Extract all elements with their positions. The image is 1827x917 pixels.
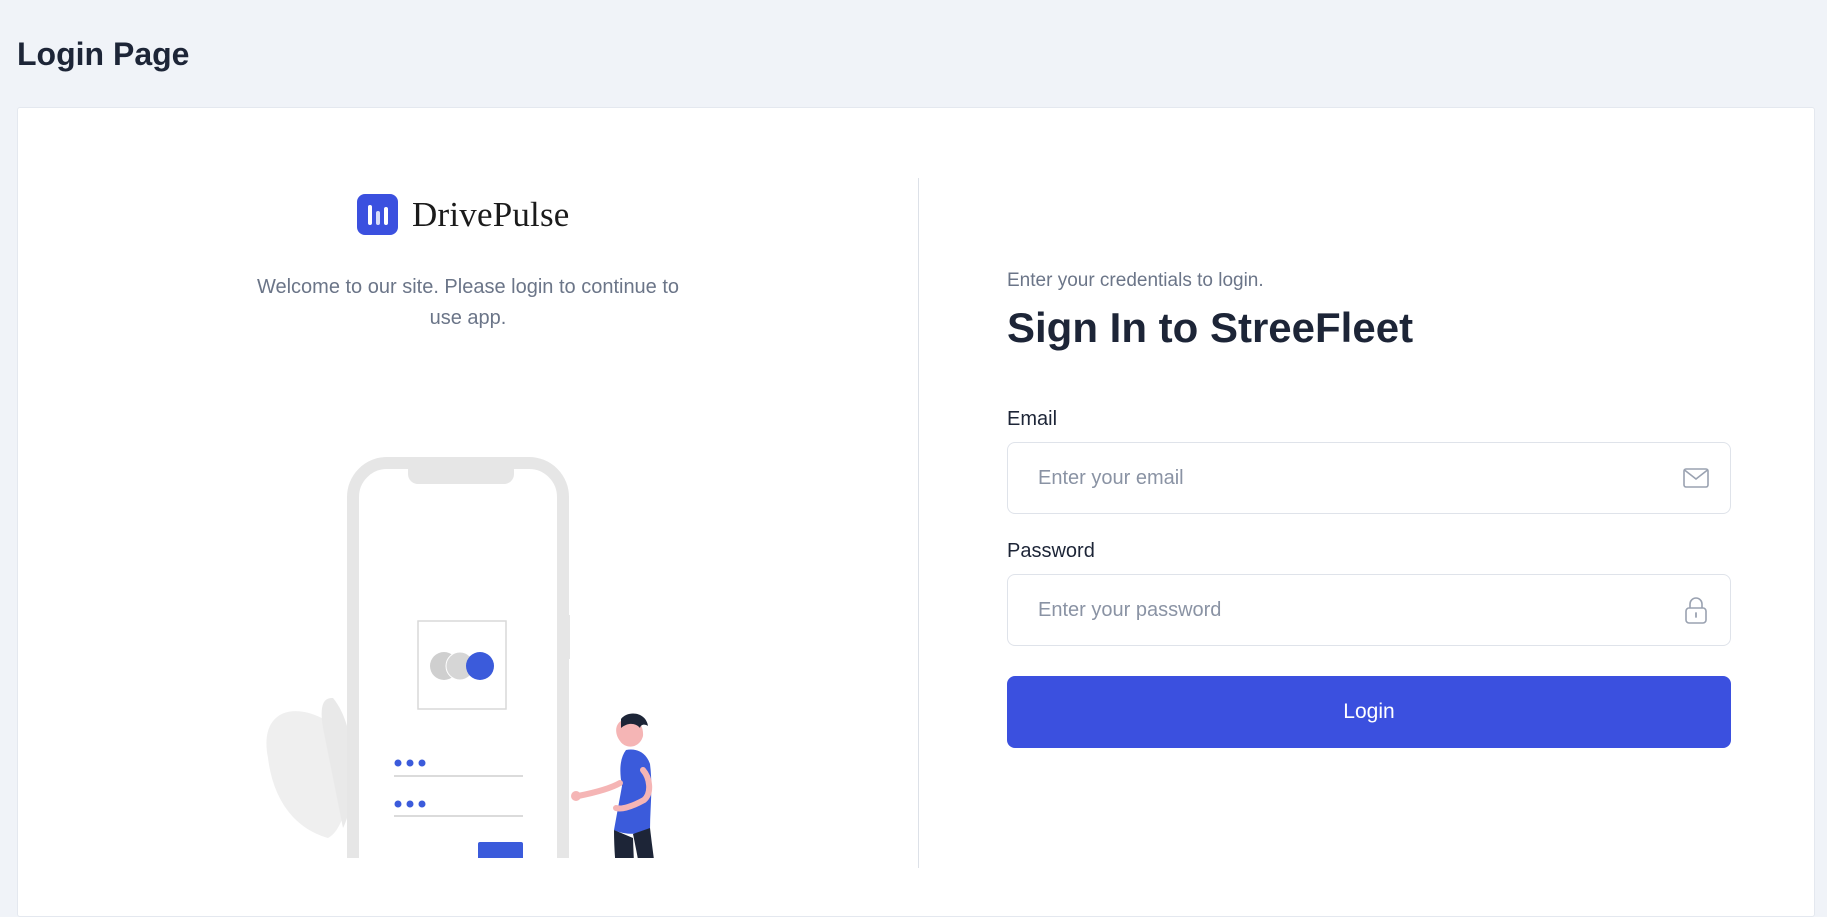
email-field[interactable] [1008, 443, 1730, 513]
password-field-wrapper [1007, 574, 1731, 646]
phone-notch [408, 460, 514, 484]
welcome-text: Welcome to our site. Please login to con… [256, 276, 680, 329]
vertical-divider [918, 178, 919, 868]
login-illustration [266, 457, 654, 858]
mail-icon [1682, 464, 1710, 492]
form-title: Sign In to StreeFleet [1007, 304, 1414, 351]
card-circle-accent [466, 652, 494, 680]
lock-icon [1682, 596, 1710, 624]
form-subtitle: Enter your credentials to login. [1007, 270, 1264, 291]
brand: DrivePulse [357, 194, 570, 235]
email-field-wrapper [1007, 442, 1731, 514]
login-card: DrivePulse Welcome to our site. Please l… [17, 107, 1815, 917]
person-figure [571, 713, 654, 858]
password-label: Password [1007, 540, 1095, 562]
phone-side-button [564, 615, 570, 659]
login-form: Enter your credentials to login. Sign In… [1007, 268, 1731, 748]
bar-chart-logo-icon [357, 194, 398, 235]
brand-name: DrivePulse [412, 194, 570, 234]
phone-submit-button [478, 842, 523, 858]
login-button[interactable]: Login [1007, 676, 1731, 748]
page-title: Login Page [17, 36, 190, 72]
password-field[interactable] [1008, 575, 1730, 645]
email-label: Email [1007, 408, 1058, 430]
